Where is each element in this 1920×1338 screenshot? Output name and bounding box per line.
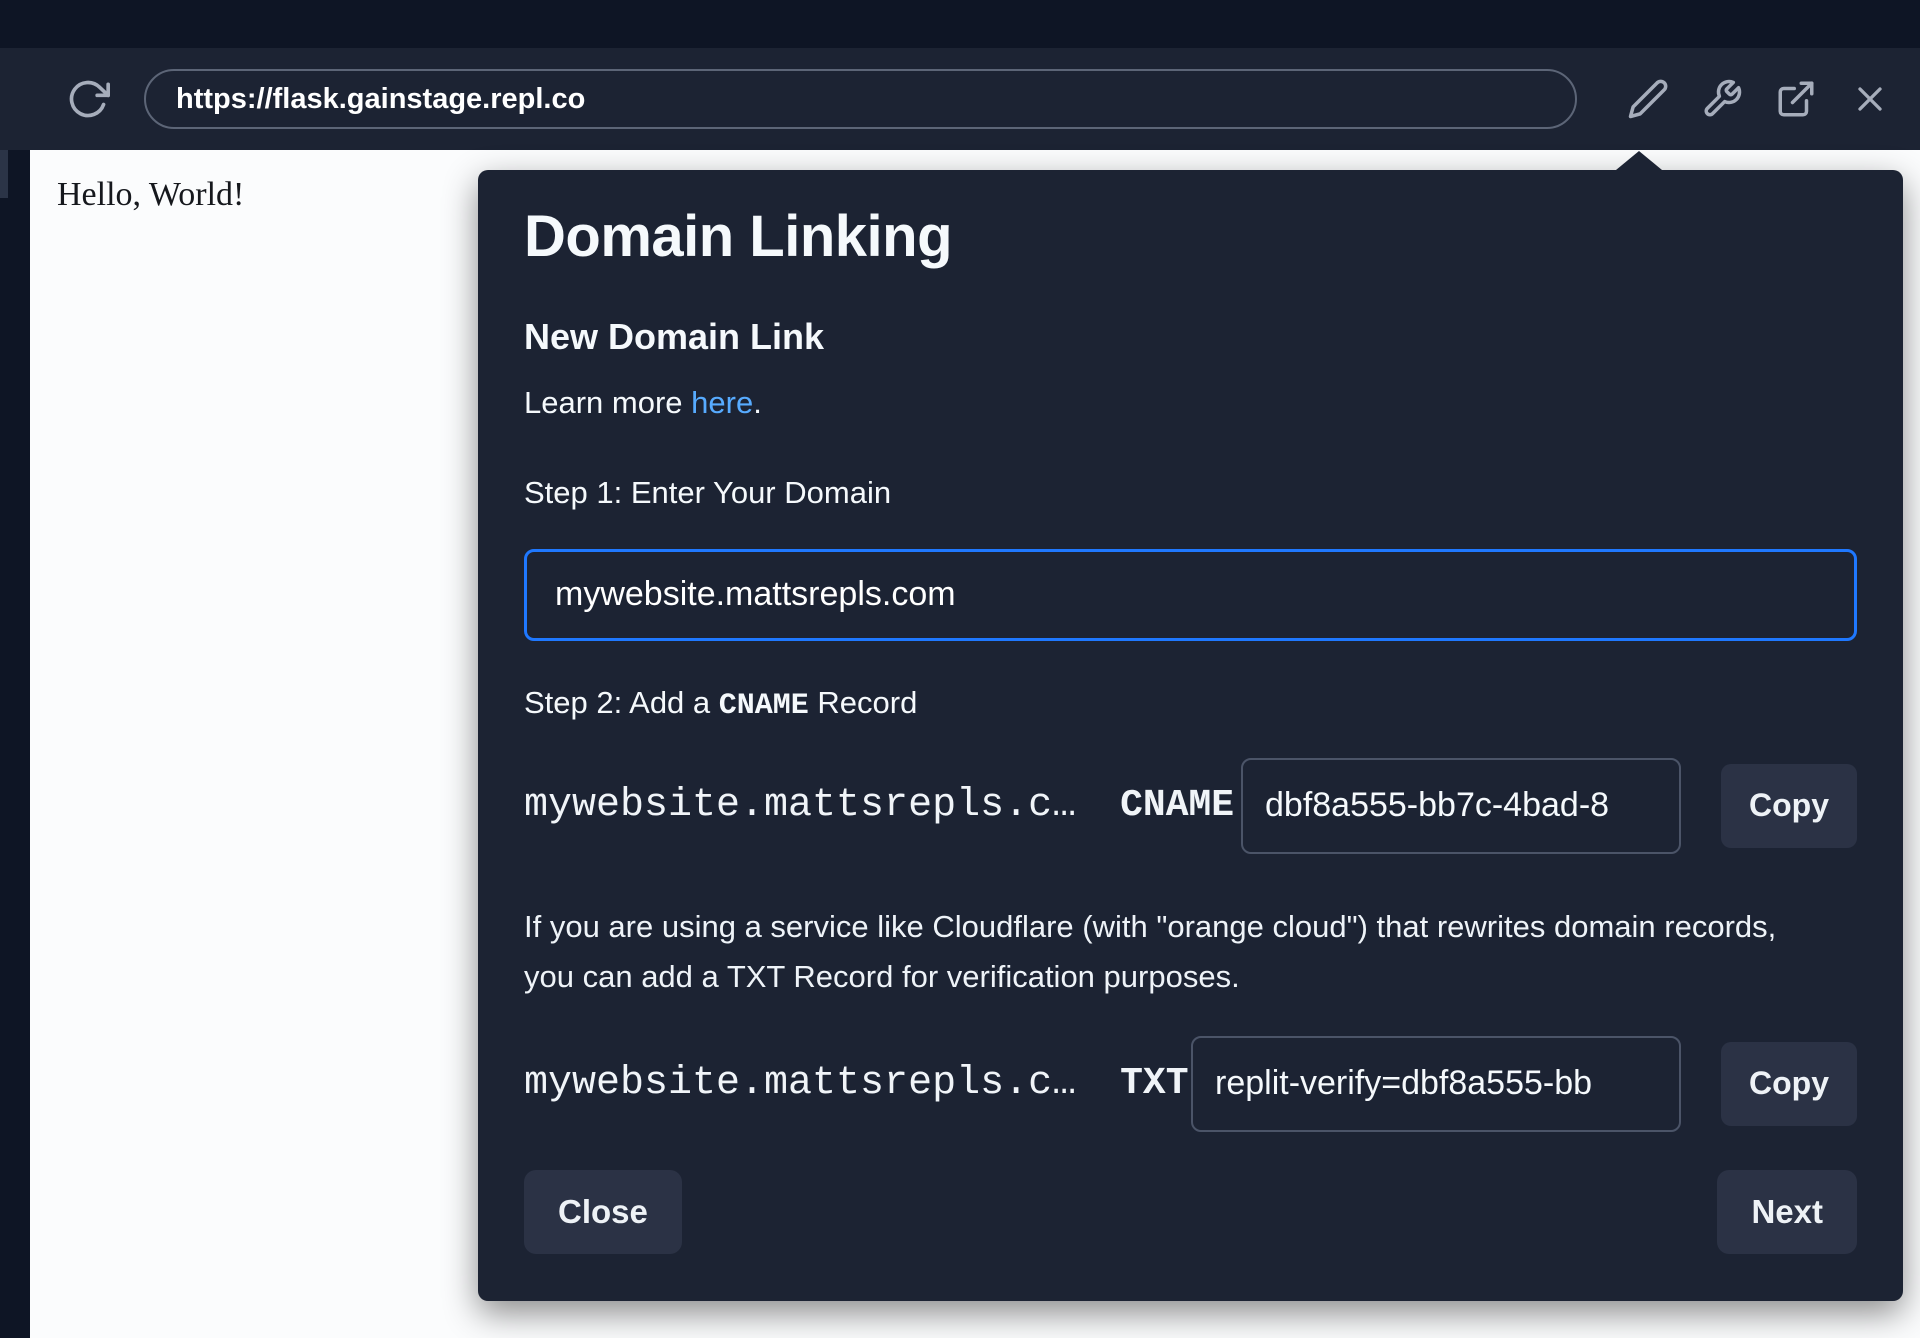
next-button[interactable]: Next (1717, 1170, 1857, 1254)
record-type: CNAME (1120, 784, 1234, 827)
screenshot-root: https://flask.gainstage.repl.co (0, 0, 1920, 1338)
step2-record-type-code: CNAME (719, 689, 809, 723)
url-input[interactable]: https://flask.gainstage.repl.co (144, 69, 1577, 129)
txt-record-row: mywebsite.mattsrepls.c… TXT replit-verif… (524, 1036, 1857, 1132)
close-icon (1850, 79, 1890, 119)
cname-value-input[interactable]: dbf8a555-bb7c-4bad-8 (1241, 758, 1681, 854)
step2-prefix: Step 2: Add a (524, 685, 719, 720)
hello-world-text: Hello, World! (57, 176, 244, 214)
learn-more-link[interactable]: here (691, 385, 753, 420)
refresh-icon (66, 77, 110, 121)
step2-heading: Step 2: Add a CNAME Record (524, 683, 1857, 726)
wrench-icon (1701, 78, 1743, 120)
cloudflare-note: If you are using a service like Cloudfla… (524, 902, 1834, 1002)
domain-input[interactable]: mywebsite.mattsrepls.com (524, 549, 1857, 641)
sidebar-edge (0, 150, 30, 1338)
cname-record-row: mywebsite.mattsrepls.c… CNAME dbf8a555-b… (524, 758, 1857, 854)
close-button[interactable]: Close (524, 1170, 682, 1254)
step1-heading: Step 1: Enter Your Domain (524, 473, 1857, 513)
learn-more-suffix: . (753, 385, 762, 420)
edit-url-button[interactable] (1624, 75, 1672, 123)
close-webview-button[interactable] (1846, 75, 1894, 123)
record-type: TXT (1120, 1062, 1188, 1105)
learn-more-prefix: Learn more (524, 385, 691, 420)
dialog-title: Domain Linking (524, 204, 1857, 271)
external-link-icon (1775, 78, 1817, 120)
record-host: mywebsite.mattsrepls.c… (524, 783, 1076, 828)
dialog-subtitle: New Domain Link (524, 315, 1857, 359)
domain-linking-dialog: Domain Linking New Domain Link Learn mor… (478, 170, 1903, 1301)
dialog-caret (1616, 151, 1662, 170)
txt-value-input[interactable]: replit-verify=dbf8a555-bb (1191, 1036, 1681, 1132)
dialog-footer: Close Next (524, 1170, 1857, 1254)
toolbar-actions (1624, 48, 1894, 150)
copy-cname-button[interactable]: Copy (1721, 764, 1857, 848)
devtools-button[interactable] (1698, 75, 1746, 123)
record-host: mywebsite.mattsrepls.c… (524, 1061, 1076, 1106)
sidebar-edge-tab (0, 150, 8, 198)
webview-toolbar: https://flask.gainstage.repl.co (0, 48, 1920, 150)
workspace-top-strip (0, 0, 1920, 48)
open-in-new-tab-button[interactable] (1772, 75, 1820, 123)
copy-txt-button[interactable]: Copy (1721, 1042, 1857, 1126)
step2-suffix: Record (809, 685, 918, 720)
learn-more-text: Learn more here. (524, 383, 1857, 423)
pencil-icon (1627, 78, 1669, 120)
refresh-button[interactable] (64, 75, 112, 123)
